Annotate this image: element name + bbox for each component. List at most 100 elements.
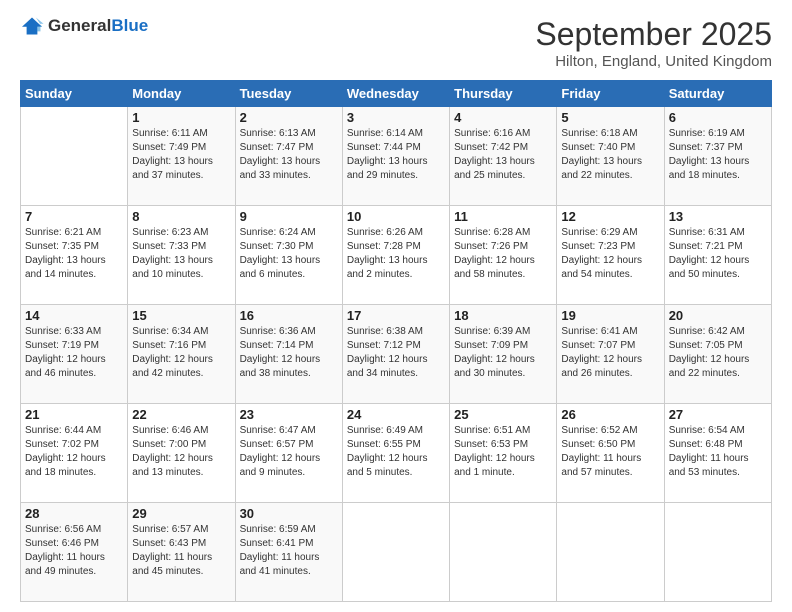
day-number: 18 xyxy=(454,308,552,323)
calendar-cell: 5 Sunrise: 6:18 AM Sunset: 7:40 PM Daylig… xyxy=(557,107,664,206)
day-info: Sunrise: 6:16 AM Sunset: 7:42 PM Dayligh… xyxy=(454,127,552,183)
day-info: Sunrise: 6:56 AM Sunset: 6:46 PM Dayligh… xyxy=(25,523,123,579)
calendar-cell: 18 Sunrise: 6:39 AM Sunset: 7:09 PM Dayli… xyxy=(450,305,557,404)
header: GeneralBlue September 2025 Hilton, Engla… xyxy=(20,16,772,70)
calendar-cell: 11Sunrise: 6:28 AM Sunset: 7:26 PM Dayli… xyxy=(450,206,557,305)
day-number: 28 xyxy=(25,506,123,521)
day-info: Sunrise: 6:24 AM Sunset: 7:30 PM Dayligh… xyxy=(240,226,338,282)
day-number: 11 xyxy=(454,209,552,224)
calendar-cell: 16Sunrise: 6:36 AM Sunset: 7:14 PM Dayli… xyxy=(235,305,342,404)
day-number: 20 xyxy=(669,308,767,323)
calendar-cell: 28 Sunrise: 6:56 AM Sunset: 6:46 PM Dayli… xyxy=(21,503,128,602)
weekday-header-sunday: Sunday xyxy=(21,81,128,107)
day-number: 19 xyxy=(561,308,659,323)
location: Hilton, England, United Kingdom xyxy=(535,53,772,70)
day-info: Sunrise: 6:13 AM Sunset: 7:47 PM Dayligh… xyxy=(240,127,338,183)
calendar-cell xyxy=(557,503,664,602)
calendar-cell: 17Sunrise: 6:38 AM Sunset: 7:12 PM Dayli… xyxy=(342,305,449,404)
calendar-cell: 7 Sunrise: 6:21 AM Sunset: 7:35 PM Daylig… xyxy=(21,206,128,305)
day-number: 25 xyxy=(454,407,552,422)
calendar-cell: 10 Sunrise: 6:26 AM Sunset: 7:28 PM Dayli… xyxy=(342,206,449,305)
day-info: Sunrise: 6:47 AM Sunset: 6:57 PM Dayligh… xyxy=(240,424,338,480)
day-info: Sunrise: 6:52 AM Sunset: 6:50 PM Dayligh… xyxy=(561,424,659,480)
day-number: 9 xyxy=(240,209,338,224)
day-info: Sunrise: 6:42 AM Sunset: 7:05 PM Dayligh… xyxy=(669,325,767,381)
weekday-header-tuesday: Tuesday xyxy=(235,81,342,107)
calendar-cell: 26Sunrise: 6:52 AM Sunset: 6:50 PM Dayli… xyxy=(557,404,664,503)
day-number: 23 xyxy=(240,407,338,422)
day-info: Sunrise: 6:46 AM Sunset: 7:00 PM Dayligh… xyxy=(132,424,230,480)
calendar-cell: 24 Sunrise: 6:49 AM Sunset: 6:55 PM Dayli… xyxy=(342,404,449,503)
day-number: 14 xyxy=(25,308,123,323)
day-info: Sunrise: 6:18 AM Sunset: 7:40 PM Dayligh… xyxy=(561,127,659,183)
day-info: Sunrise: 6:26 AM Sunset: 7:28 PM Dayligh… xyxy=(347,226,445,282)
day-number: 4 xyxy=(454,110,552,125)
day-number: 1 xyxy=(132,110,230,125)
calendar-cell: 19 Sunrise: 6:41 AM Sunset: 7:07 PM Dayli… xyxy=(557,305,664,404)
logo-text: GeneralBlue xyxy=(48,17,148,36)
day-info: Sunrise: 6:41 AM Sunset: 7:07 PM Dayligh… xyxy=(561,325,659,381)
logo-general: General xyxy=(48,16,111,35)
day-info: Sunrise: 6:39 AM Sunset: 7:09 PM Dayligh… xyxy=(454,325,552,381)
calendar-cell: 21 Sunrise: 6:44 AM Sunset: 7:02 PM Dayli… xyxy=(21,404,128,503)
day-info: Sunrise: 6:19 AM Sunset: 7:37 PM Dayligh… xyxy=(669,127,767,183)
calendar-cell: 9 Sunrise: 6:24 AM Sunset: 7:30 PM Daylig… xyxy=(235,206,342,305)
day-number: 6 xyxy=(669,110,767,125)
weekday-header-thursday: Thursday xyxy=(450,81,557,107)
day-info: Sunrise: 6:29 AM Sunset: 7:23 PM Dayligh… xyxy=(561,226,659,282)
calendar-cell: 27 Sunrise: 6:54 AM Sunset: 6:48 PM Dayli… xyxy=(664,404,771,503)
weekday-header-saturday: Saturday xyxy=(664,81,771,107)
day-info: Sunrise: 6:38 AM Sunset: 7:12 PM Dayligh… xyxy=(347,325,445,381)
calendar-cell: 13 Sunrise: 6:31 AM Sunset: 7:21 PM Dayli… xyxy=(664,206,771,305)
day-number: 15 xyxy=(132,308,230,323)
calendar-cell: 8 Sunrise: 6:23 AM Sunset: 7:33 PM Daylig… xyxy=(128,206,235,305)
weekday-header-friday: Friday xyxy=(557,81,664,107)
weekday-header-monday: Monday xyxy=(128,81,235,107)
calendar-cell xyxy=(664,503,771,602)
day-number: 8 xyxy=(132,209,230,224)
week-row-5: 28 Sunrise: 6:56 AM Sunset: 6:46 PM Dayli… xyxy=(21,503,772,602)
day-number: 13 xyxy=(669,209,767,224)
day-number: 21 xyxy=(25,407,123,422)
day-info: Sunrise: 6:23 AM Sunset: 7:33 PM Dayligh… xyxy=(132,226,230,282)
weekday-header-row: SundayMondayTuesdayWednesdayThursdayFrid… xyxy=(21,81,772,107)
day-info: Sunrise: 6:31 AM Sunset: 7:21 PM Dayligh… xyxy=(669,226,767,282)
calendar-cell: 23 Sunrise: 6:47 AM Sunset: 6:57 PM Dayli… xyxy=(235,404,342,503)
day-info: Sunrise: 6:34 AM Sunset: 7:16 PM Dayligh… xyxy=(132,325,230,381)
day-number: 24 xyxy=(347,407,445,422)
title-block: September 2025 Hilton, England, United K… xyxy=(535,16,772,70)
day-info: Sunrise: 6:36 AM Sunset: 7:14 PM Dayligh… xyxy=(240,325,338,381)
day-number: 27 xyxy=(669,407,767,422)
calendar-cell: 25 Sunrise: 6:51 AM Sunset: 6:53 PM Dayli… xyxy=(450,404,557,503)
day-number: 22 xyxy=(132,407,230,422)
calendar-cell xyxy=(21,107,128,206)
day-info: Sunrise: 6:33 AM Sunset: 7:19 PM Dayligh… xyxy=(25,325,123,381)
day-number: 7 xyxy=(25,209,123,224)
week-row-2: 7 Sunrise: 6:21 AM Sunset: 7:35 PM Daylig… xyxy=(21,206,772,305)
day-info: Sunrise: 6:21 AM Sunset: 7:35 PM Dayligh… xyxy=(25,226,123,282)
calendar-cell xyxy=(342,503,449,602)
day-info: Sunrise: 6:49 AM Sunset: 6:55 PM Dayligh… xyxy=(347,424,445,480)
logo: GeneralBlue xyxy=(20,16,148,36)
calendar-cell: 22 Sunrise: 6:46 AM Sunset: 7:00 PM Dayli… xyxy=(128,404,235,503)
calendar-cell: 15 Sunrise: 6:34 AM Sunset: 7:16 PM Dayli… xyxy=(128,305,235,404)
calendar-cell: 29Sunrise: 6:57 AM Sunset: 6:43 PM Dayli… xyxy=(128,503,235,602)
calendar-cell xyxy=(450,503,557,602)
day-info: Sunrise: 6:14 AM Sunset: 7:44 PM Dayligh… xyxy=(347,127,445,183)
calendar-cell: 2 Sunrise: 6:13 AM Sunset: 7:47 PM Daylig… xyxy=(235,107,342,206)
calendar: SundayMondayTuesdayWednesdayThursdayFrid… xyxy=(20,80,772,602)
calendar-cell: 20 Sunrise: 6:42 AM Sunset: 7:05 PM Dayli… xyxy=(664,305,771,404)
calendar-cell: 1Sunrise: 6:11 AM Sunset: 7:49 PM Daylig… xyxy=(128,107,235,206)
day-number: 2 xyxy=(240,110,338,125)
week-row-1: 1Sunrise: 6:11 AM Sunset: 7:49 PM Daylig… xyxy=(21,107,772,206)
day-number: 3 xyxy=(347,110,445,125)
day-number: 29 xyxy=(132,506,230,521)
day-info: Sunrise: 6:44 AM Sunset: 7:02 PM Dayligh… xyxy=(25,424,123,480)
day-number: 12 xyxy=(561,209,659,224)
day-number: 10 xyxy=(347,209,445,224)
day-info: Sunrise: 6:54 AM Sunset: 6:48 PM Dayligh… xyxy=(669,424,767,480)
day-info: Sunrise: 6:51 AM Sunset: 6:53 PM Dayligh… xyxy=(454,424,552,480)
logo-icon xyxy=(20,16,44,36)
calendar-cell: 6 Sunrise: 6:19 AM Sunset: 7:37 PM Daylig… xyxy=(664,107,771,206)
day-number: 5 xyxy=(561,110,659,125)
